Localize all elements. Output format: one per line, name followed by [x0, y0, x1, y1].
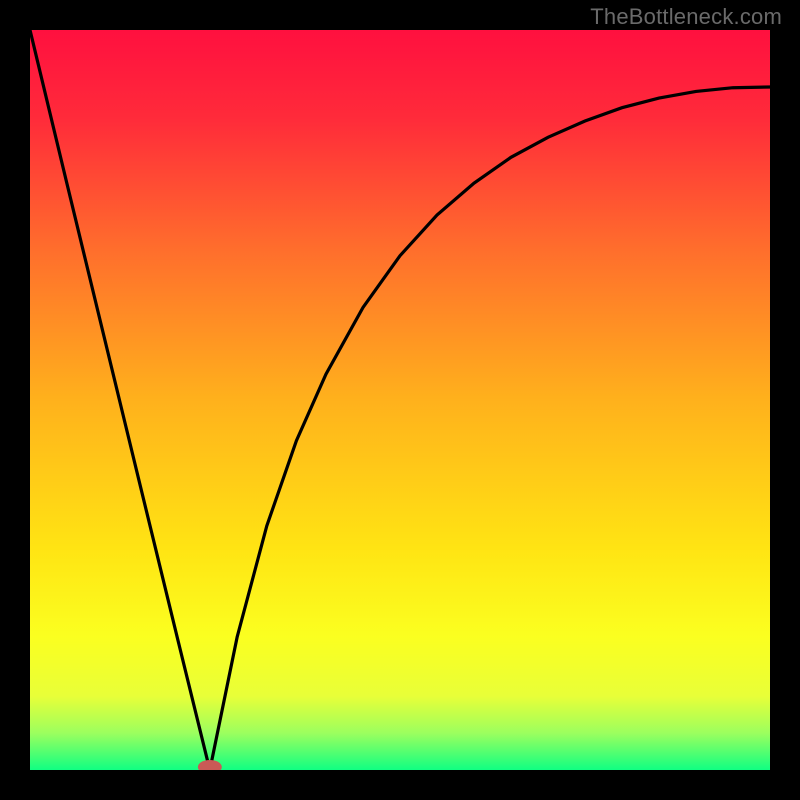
chart-frame: TheBottleneck.com [0, 0, 800, 800]
gradient-background [30, 30, 770, 770]
plot-area [30, 30, 770, 770]
chart-svg [30, 30, 770, 770]
watermark-text: TheBottleneck.com [590, 4, 782, 30]
